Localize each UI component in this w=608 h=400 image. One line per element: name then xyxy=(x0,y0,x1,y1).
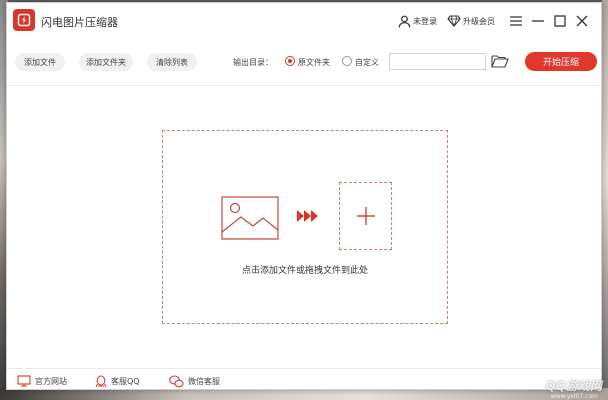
output-path-input[interactable] xyxy=(389,53,486,70)
upgrade-button[interactable]: 升级会员 xyxy=(447,15,495,27)
add-file-button[interactable]: 添加文件 xyxy=(15,53,65,71)
login-button[interactable]: 未登录 xyxy=(398,15,437,28)
toolbar: 添加文件 添加文件夹 清除列表 输出目录： 原文件夹 自定义 开始压缩 xyxy=(7,49,601,77)
start-compress-button[interactable]: 开始压缩 xyxy=(525,52,597,71)
watermark-text: QQ游戏网 xyxy=(545,379,602,393)
wechat-support-label: 微信客服 xyxy=(188,377,220,386)
qq-support-link[interactable]: 客服QQ xyxy=(95,375,140,388)
image-icon xyxy=(221,196,279,240)
monitor-icon xyxy=(17,375,31,387)
official-website-link[interactable]: 官方网站 xyxy=(17,375,67,387)
watermark-url: www.yxl07.com xyxy=(550,393,598,400)
radio-original-folder[interactable] xyxy=(285,56,295,66)
clear-list-button[interactable]: 清除列表 xyxy=(147,53,197,71)
app-logo-icon xyxy=(13,9,35,31)
maximize-button[interactable] xyxy=(549,11,571,31)
title-actions: 未登录 升级会员 xyxy=(398,11,593,31)
qq-icon xyxy=(95,375,107,388)
app-title: 闪电图片压缩器 xyxy=(41,16,118,29)
maximize-icon xyxy=(554,15,566,27)
triple-arrow-icon xyxy=(297,210,318,222)
plus-icon xyxy=(356,207,375,225)
close-icon xyxy=(576,15,588,27)
drop-hint-text: 点击添加文件或拖拽文件到此处 xyxy=(241,266,368,276)
radio-original-folder-label: 原文件夹 xyxy=(298,58,330,67)
file-drop-zone[interactable]: 点击添加文件或拖拽文件到此处 xyxy=(162,130,448,324)
login-label: 未登录 xyxy=(413,16,437,26)
folder-open-icon xyxy=(491,55,509,68)
footer: 官方网站 客服QQ 微信客服 xyxy=(7,373,601,391)
upgrade-label: 升级会员 xyxy=(463,16,495,26)
add-file-box[interactable] xyxy=(339,182,392,250)
footer-divider xyxy=(7,368,601,369)
radio-custom[interactable] xyxy=(342,56,352,66)
output-dir-label: 输出目录： xyxy=(233,58,273,67)
diamond-icon xyxy=(447,15,461,27)
wechat-support-link[interactable]: 微信客服 xyxy=(169,375,220,388)
official-website-label: 官方网站 xyxy=(35,376,67,386)
user-icon xyxy=(398,15,411,28)
close-button[interactable] xyxy=(571,11,593,31)
menu-button[interactable] xyxy=(505,11,527,31)
radio-custom-label: 自定义 xyxy=(355,58,379,67)
minimize-icon xyxy=(532,20,544,22)
wechat-icon xyxy=(169,375,184,388)
desktop-background-right xyxy=(602,0,608,400)
minimize-button[interactable] xyxy=(527,11,549,31)
toolbar-divider xyxy=(7,85,601,86)
title-bar: 闪电图片压缩器 未登录 升级会员 xyxy=(7,3,601,39)
add-folder-button[interactable]: 添加文件夹 xyxy=(79,53,133,71)
browse-folder-button[interactable] xyxy=(491,54,509,68)
menu-icon xyxy=(510,16,522,26)
qq-support-label: 客服QQ xyxy=(111,377,140,386)
app-window: 闪电图片压缩器 未登录 升级会员 添加文件 添加文件夹 清除列表 输出目录： 原… xyxy=(6,2,602,390)
